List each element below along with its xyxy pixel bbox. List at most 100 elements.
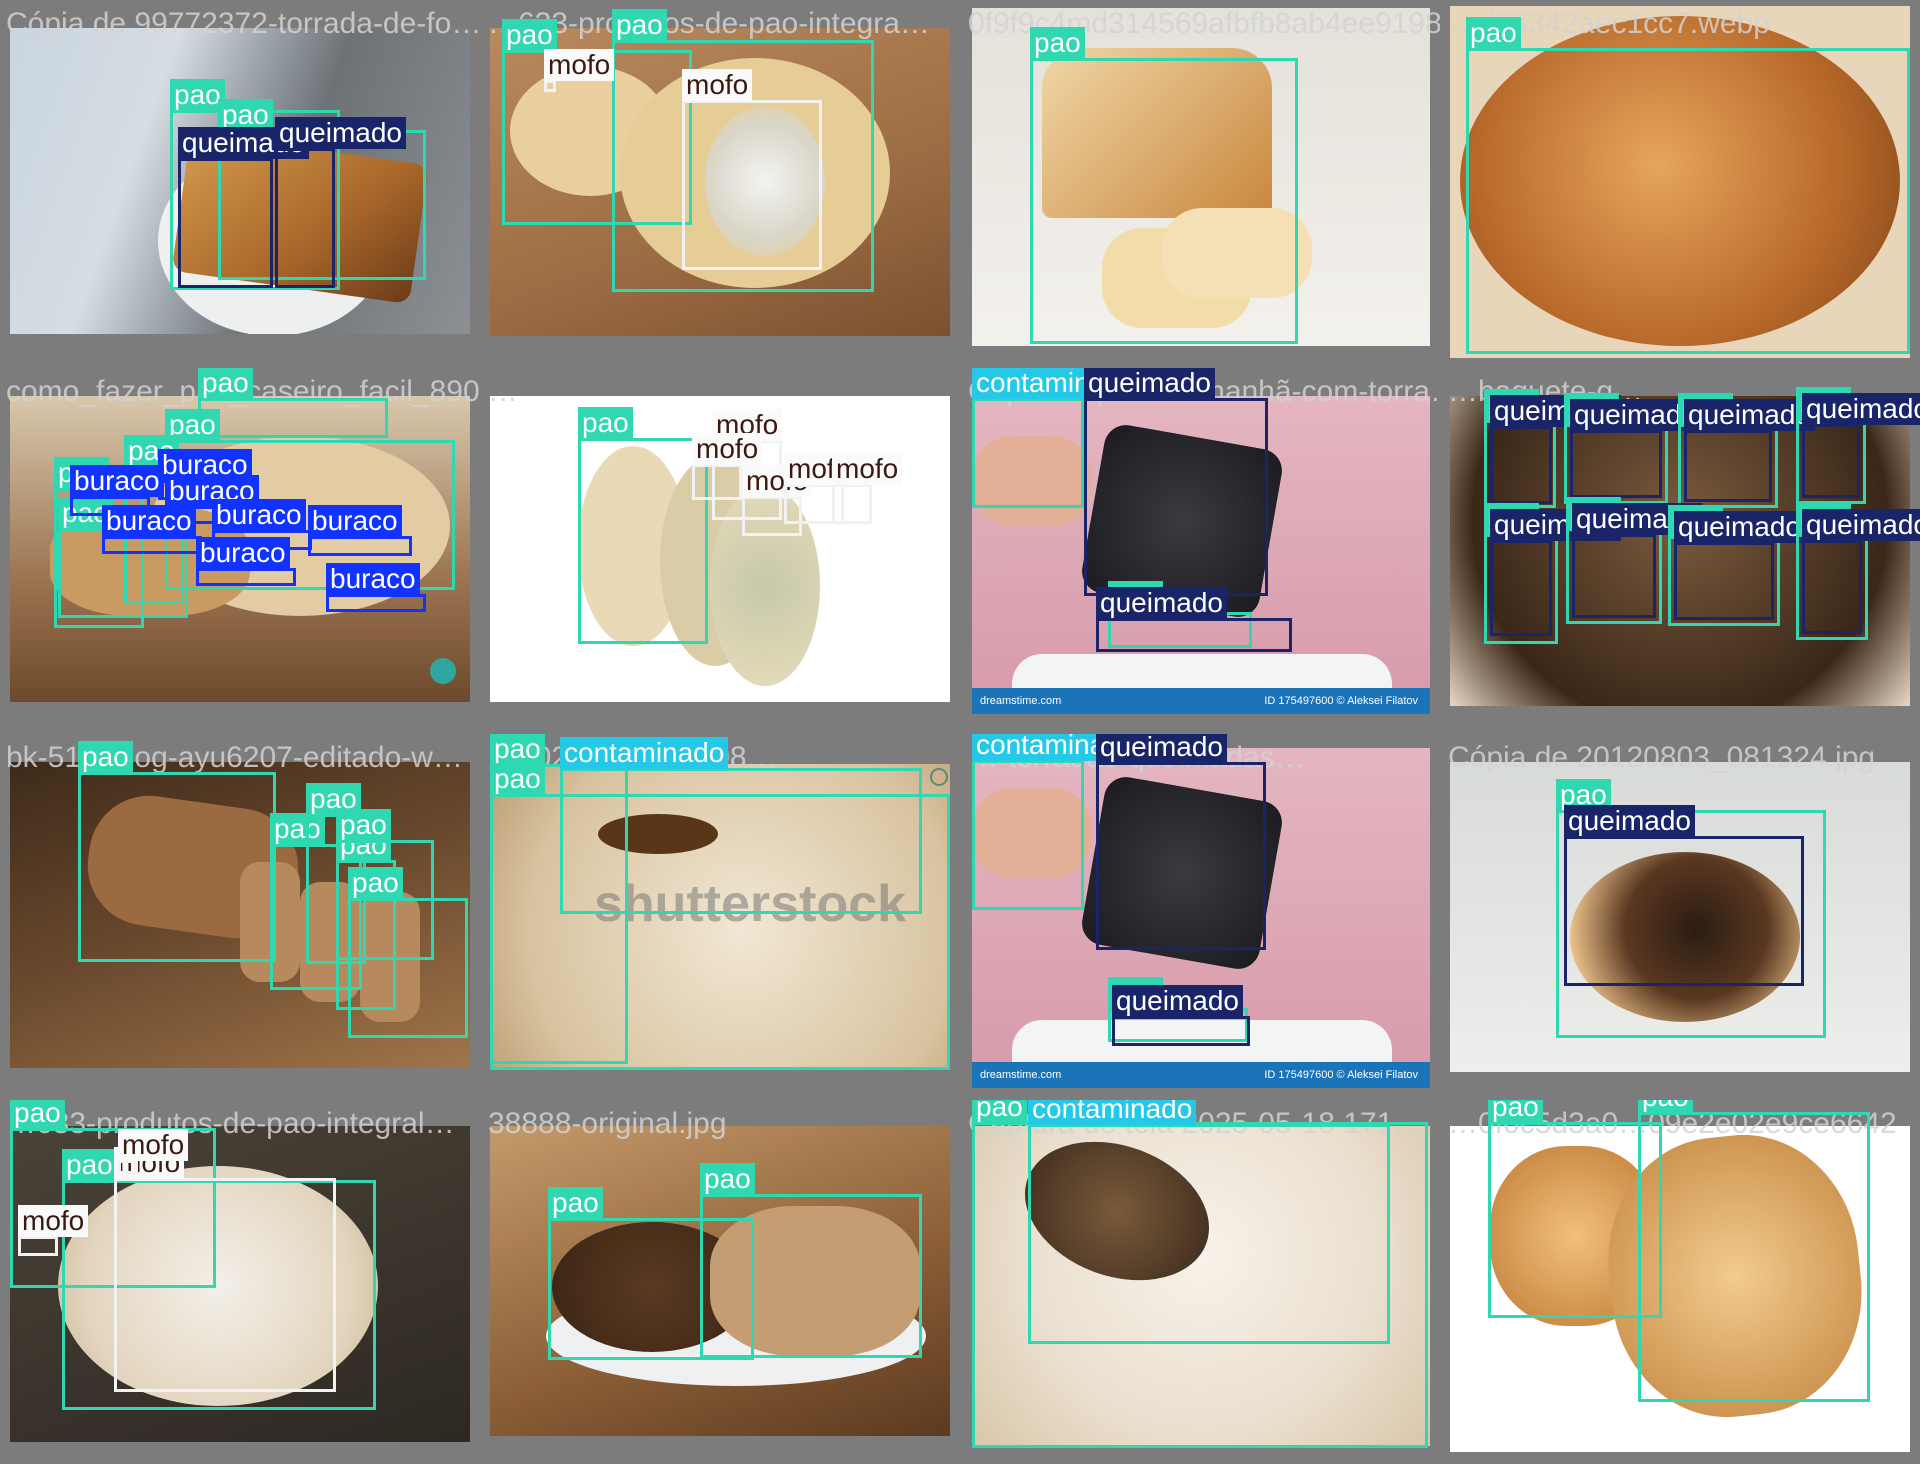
bbox-queimado: queimado bbox=[1084, 368, 1268, 596]
bbox-label: buraco bbox=[70, 465, 164, 497]
bbox-buraco: buraco bbox=[308, 505, 412, 556]
tile-burnt-toast-2: dreamstime.com ID 175497600 © Aleksei Fil… bbox=[962, 734, 1440, 1098]
tile-sourdough: …d33342aec1cc7.webp pao bbox=[1442, 0, 1920, 366]
bbox-label: pao bbox=[1466, 17, 1521, 49]
bbox-pao: pao bbox=[348, 867, 468, 1038]
bbox-label: pao bbox=[1638, 1100, 1693, 1113]
bbox-label: queimado bbox=[1112, 985, 1243, 1017]
tile-moldy-slices: … pao mofo mofo mofo mofo mofo bbox=[482, 368, 960, 732]
bbox-buraco: buraco bbox=[196, 537, 296, 586]
bbox-queimado: queimado bbox=[1490, 509, 1621, 636]
bbox-pao: pao bbox=[1638, 1100, 1870, 1402]
tile-moldy-roll: …633-produtos-de-pao-integral… pao pao m… bbox=[0, 1100, 480, 1464]
bbox-queimado: queimado bbox=[1802, 509, 1920, 634]
tile-cockroach-bread: shutterstock …2025-05-18 1708… pao pao c… bbox=[482, 734, 960, 1098]
detection-mosaic: Cópia de 99772372-torrada-de-fo… pao pao… bbox=[0, 0, 1920, 1464]
bbox-mofo: mofo bbox=[544, 49, 615, 92]
bbox-queimado: queimado bbox=[1112, 985, 1250, 1046]
bbox-label: queimado bbox=[1084, 368, 1215, 399]
tile-white-loaf: 0f9f9c4md314569afbfb8ab4ee9198 pao bbox=[962, 0, 1440, 366]
tile-cockroach-closeup: Captura de tela 2025-05-18 171… pao cont… bbox=[962, 1100, 1440, 1464]
bbox-contaminado: contaminado bbox=[560, 737, 922, 914]
zoom-icon bbox=[930, 768, 948, 786]
bbox-label: contaminado bbox=[1028, 1100, 1197, 1125]
bbox-queimado: queimado bbox=[1572, 503, 1703, 618]
bbox-contaminado: contaminado bbox=[1028, 1100, 1390, 1344]
bbox-label: pao bbox=[62, 1149, 117, 1181]
bbox-label: queimado bbox=[1802, 393, 1920, 425]
tile-moldy-rolls: …633-produtos-de-pao-integra… pao pao mo… bbox=[482, 0, 960, 366]
bbox-label: contaminado bbox=[560, 737, 729, 769]
watermark-id: ID 175497600 © Aleksei Filatov bbox=[1264, 695, 1418, 707]
bbox-label: pao bbox=[502, 19, 557, 51]
bbox-label: mofo bbox=[682, 69, 753, 101]
bbox-mofo: mofo bbox=[118, 1129, 189, 1174]
watermark-bar: dreamstime.com ID 175497600 © Aleksei Fil… bbox=[972, 688, 1430, 714]
bbox-queimado: queimado bbox=[1564, 805, 1804, 986]
bbox-pao: pao bbox=[198, 368, 388, 438]
bbox-contaminado: contaminado bbox=[972, 368, 1141, 508]
tile-toast-plate: Cópia de 99772372-torrada-de-fo… pao pao… bbox=[0, 0, 480, 366]
bbox-label: queimado bbox=[275, 117, 406, 149]
bbox-pao: pao bbox=[1030, 27, 1298, 344]
bbox-label: mofo bbox=[18, 1205, 89, 1237]
bbox-label: queimado bbox=[1802, 509, 1920, 541]
bbox-queimado: queimado bbox=[178, 127, 309, 288]
bbox-label: pao bbox=[336, 809, 391, 841]
bbox-contaminado: contaminado bbox=[972, 734, 1141, 910]
bbox-queimado: queimado bbox=[1684, 399, 1815, 502]
bbox-label: pao bbox=[490, 763, 545, 795]
bbox-label: queimado bbox=[1096, 734, 1227, 763]
watermark-id: ID 175497600 © Aleksei Filatov bbox=[1264, 1069, 1418, 1081]
bbox-queimado: queimado bbox=[1570, 399, 1701, 498]
tile-burnt-toast: dreamstime.com ID 175497600 © Aleksei Fil… bbox=[962, 368, 1440, 732]
bbox-pao: pao bbox=[700, 1163, 922, 1358]
bbox-label: pao bbox=[490, 734, 545, 765]
bbox-label: pao bbox=[198, 368, 253, 399]
bbox-label: mofo bbox=[832, 453, 903, 485]
watermark-site: dreamstime.com bbox=[980, 695, 1062, 707]
bbox-label: pao bbox=[548, 1187, 603, 1219]
tile-rye-bread: 38888-original.jpg pao pao bbox=[482, 1100, 960, 1464]
bbox-label: pao bbox=[972, 1100, 1027, 1123]
bbox-label: mofo bbox=[544, 49, 615, 81]
bbox-buraco: buraco bbox=[102, 505, 202, 554]
bbox-pao: pao bbox=[1488, 1100, 1662, 1318]
bbox-queimado: queimado bbox=[1490, 395, 1621, 504]
bbox-label: buraco bbox=[196, 537, 290, 569]
bbox-label: mofo bbox=[118, 1129, 189, 1161]
bbox-mofo: mofo bbox=[114, 1147, 336, 1392]
bbox-queimado: queimado bbox=[1674, 511, 1805, 620]
bbox-label: pao bbox=[10, 1100, 65, 1129]
bbox-mofo: mofo bbox=[682, 69, 822, 270]
bbox-queimado: queimado bbox=[1096, 587, 1292, 652]
bbox-label: buraco bbox=[308, 505, 402, 537]
watermark-site: dreamstime.com bbox=[980, 1069, 1062, 1081]
bbox-label: pao bbox=[578, 407, 633, 439]
bbox-queimado: queimado bbox=[1802, 393, 1920, 498]
bbox-mofo: mofo bbox=[692, 433, 763, 500]
bbox-label: mofo bbox=[692, 433, 763, 465]
bbox-label: pao bbox=[1030, 27, 1085, 59]
bbox-label: pao bbox=[78, 741, 133, 773]
watermark-bar: dreamstime.com ID 175497600 © Aleksei Fil… bbox=[972, 1062, 1430, 1088]
bbox-label: pao bbox=[170, 79, 225, 111]
bbox-mofo: mofo bbox=[832, 453, 903, 524]
bbox-pao: pao bbox=[1466, 17, 1910, 354]
tile-french-rolls: …0f0c5d3a0…09e2e02e9ce6642 pao pao bbox=[1442, 1100, 1920, 1464]
bbox-label: queimado bbox=[1564, 805, 1695, 837]
bbox-pao: pao bbox=[578, 407, 708, 644]
tile-burnt-baguette: …baguete-q… pao queimado pao queimado pa… bbox=[1442, 368, 1920, 732]
tile-wholewheat-loaf: bk-51…blog-ayu6207-editado-w… pao pao pa… bbox=[0, 734, 480, 1098]
bbox-mofo: mofo bbox=[18, 1205, 89, 1256]
bbox-label: queimado bbox=[1096, 587, 1227, 619]
tile-homemade-bread: como_fazer_pao_caseiro_facil_8908309582d… bbox=[0, 368, 480, 732]
bbox-pao: pao bbox=[78, 741, 276, 962]
bbox-buraco: buraco bbox=[326, 563, 426, 612]
bbox-queimado: queimado bbox=[1096, 734, 1266, 950]
bbox-label: pao bbox=[348, 867, 403, 899]
chef-hat-icon bbox=[430, 658, 456, 684]
bbox-label: buraco bbox=[102, 505, 196, 537]
bbox-label: pao bbox=[1488, 1100, 1543, 1123]
bbox-queimado: queimado bbox=[275, 117, 406, 288]
